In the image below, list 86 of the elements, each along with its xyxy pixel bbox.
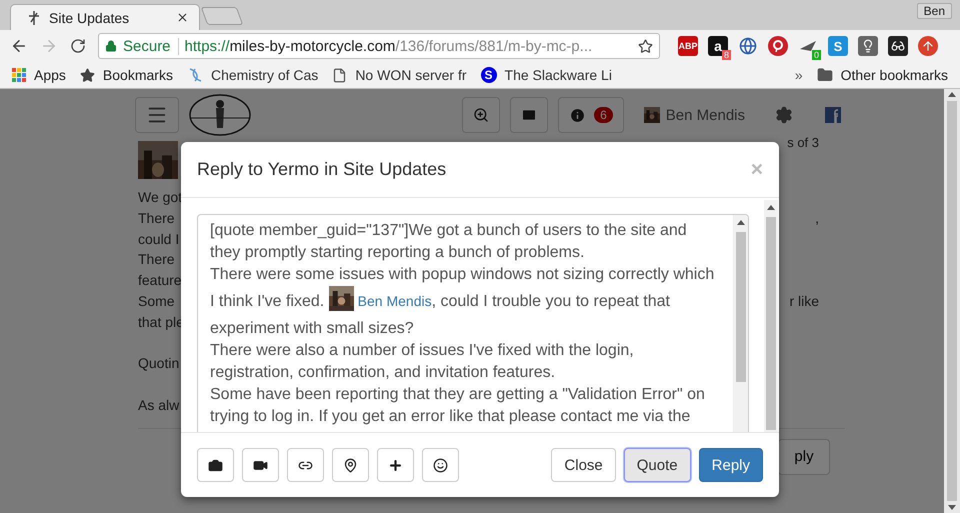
scrollbar-thumb[interactable] (947, 101, 957, 501)
smile-button[interactable] (422, 448, 459, 482)
glasses-icon[interactable] (888, 36, 908, 56)
back-icon[interactable] (10, 37, 28, 55)
dialog-title: Reply to Yermo in Site Updates (197, 159, 446, 180)
profile-button[interactable]: Ben (916, 3, 952, 19)
post-text: could I (138, 230, 180, 249)
browser-tab[interactable]: Site Updates (10, 4, 200, 30)
scroll-up-arrow-icon[interactable] (948, 92, 956, 97)
grid-icon (12, 68, 26, 82)
pin-button[interactable] (332, 448, 369, 482)
overflow-chevron[interactable]: » (794, 67, 803, 83)
star-icon (80, 68, 95, 82)
upload-icon[interactable] (918, 36, 938, 56)
dialog-button[interactable]: Reply (698, 448, 763, 482)
letter-icon: S (480, 67, 497, 83)
post-text: There (138, 210, 175, 228)
scrollbar-thumb[interactable] (736, 232, 746, 382)
bookmark-link[interactable]: Apps (12, 67, 66, 83)
mail-button[interactable] (510, 97, 548, 133)
bookmark-label: The Slackware Li (504, 67, 612, 83)
scroll-down-arrow-icon[interactable] (948, 505, 956, 510)
link-button[interactable] (287, 448, 324, 482)
count-badge: 0 (812, 50, 821, 60)
menu-button[interactable] (135, 97, 179, 133)
post-text: feature (138, 272, 182, 290)
globe-icon[interactable] (738, 36, 758, 56)
camera-button[interactable] (197, 448, 234, 482)
bookmark-link[interactable]: Chemistry of Cas (186, 67, 318, 83)
bookmark-star-icon[interactable] (638, 38, 653, 54)
post-text: , (815, 210, 819, 228)
bookmark-label: Apps (34, 67, 66, 83)
letter-icon[interactable]: S (828, 36, 848, 56)
search-icon (473, 107, 490, 123)
bookmark-label: Bookmarks (102, 67, 173, 83)
video-button[interactable] (242, 448, 279, 482)
message-paragraph: Some have been reporting that they are getting a "Validation Error" on trying to log in. If you get an error like that please contact me via the (210, 385, 706, 427)
pin-logo-icon[interactable] (768, 36, 788, 56)
pager-text: s of 3 (787, 135, 819, 150)
url-text: https://miles-by-motorcycle.com/136/forums/881/m-by-mc-p... (184, 38, 594, 54)
lock-icon (105, 40, 117, 52)
post-text: r like (789, 292, 819, 311)
bookmark-folder[interactable]: Other bookmarks (816, 67, 948, 83)
camera-icon (208, 458, 223, 472)
message-paragraph: There were also a number of issues I've fixed with the login, registration, confirmation, and invitation features. (210, 341, 635, 383)
folder-icon (816, 67, 833, 83)
message-editor[interactable] (197, 214, 749, 432)
message-paragraph: [quote member_guid="137"]We got a bunch of users to the site and they promptly starting reporting a bunch of problems. (210, 221, 688, 263)
info-icon (569, 106, 586, 124)
dialog-button[interactable]: Quote (624, 448, 691, 482)
settings-icon[interactable] (775, 106, 793, 124)
page-icon (332, 68, 348, 82)
plus-icon (388, 458, 403, 472)
count-badge: 8 (722, 50, 731, 60)
tab-title: Site Updates (49, 10, 130, 26)
logo-drawing (189, 92, 251, 138)
scrollbar-thumb[interactable] (766, 216, 776, 430)
notification-badge: 6 (594, 107, 613, 123)
close-icon[interactable] (176, 11, 189, 24)
pin-icon (343, 458, 358, 472)
scroll-up-arrow-icon[interactable] (767, 205, 775, 210)
lightbulb-icon[interactable] (858, 36, 878, 56)
bookmark-link[interactable]: S The Slackware Li (480, 67, 612, 83)
smile-icon (433, 458, 448, 472)
mention-link[interactable]: Ben Mendis (358, 293, 432, 309)
post-text: Quotin (138, 355, 180, 374)
bookmark-label: No WON server fr (355, 67, 467, 83)
reload-icon[interactable] (70, 38, 86, 54)
security-label: Secure (123, 38, 179, 54)
post-text: Some (138, 292, 175, 311)
partial-button[interactable]: ply (778, 438, 830, 475)
dialog-button[interactable]: Close (551, 448, 616, 482)
bookmark-label: Other bookmarks (840, 67, 948, 83)
facebook-icon[interactable] (825, 107, 841, 123)
bookmark-label: Chemistry of Cas (210, 67, 318, 83)
stop-sign-icon[interactable]: ABP (678, 36, 698, 56)
post-text: As alw (138, 396, 180, 415)
post-text: We got (138, 189, 182, 207)
post-text: There (138, 251, 175, 270)
message-paragraph: There were some issues with popup windows not sizing correctly which I think I've fixed. Ben Mendis, could I trouble you to repeat that experiment with small sizes? (210, 265, 716, 339)
address-bar[interactable]: Secure https://miles-by-motorcycle.com/136/forums/881/m-by-mc-p... (98, 33, 660, 59)
bookmark-link[interactable]: Bookmarks (80, 67, 173, 83)
search-button[interactable] (462, 97, 500, 133)
bookmark-link[interactable]: No WON server fr (332, 67, 467, 83)
plus-button[interactable] (377, 448, 414, 482)
scroll-up-arrow-icon[interactable] (736, 220, 744, 225)
